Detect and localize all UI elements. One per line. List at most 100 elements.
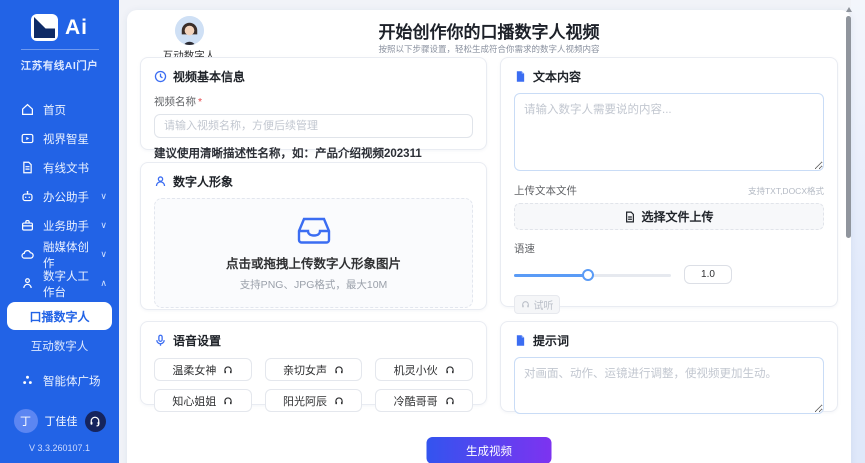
digital-human-icon <box>21 277 34 290</box>
headphone-icon <box>223 365 233 375</box>
support-headset-button[interactable] <box>85 411 106 432</box>
speed-slider[interactable] <box>514 269 671 281</box>
sidebar-item-business-assistant[interactable]: 业务助手 ∨ <box>0 211 119 240</box>
user-row: 丁 丁佳佳 <box>0 409 119 433</box>
logo-ai-text: Ai <box>65 16 88 40</box>
sidebar-item-documents[interactable]: 有线文书 <box>0 153 119 182</box>
sidebar-item-agent-plaza[interactable]: 智能体广场 <box>0 366 119 395</box>
card-title: 提示词 <box>533 332 569 349</box>
video-name-input[interactable] <box>154 114 473 138</box>
slider-handle[interactable] <box>582 269 594 281</box>
voice-settings-card: 语音设置 温柔女神 亲切女声 机灵小伙 知心姐姐 阳光阿辰 冷酷哥哥 <box>140 321 487 405</box>
headphone-icon <box>445 365 455 375</box>
card-title: 数字人形象 <box>173 173 233 190</box>
dropzone-sub-text: 支持PNG、JPG格式，最大10M <box>240 277 388 292</box>
clock-icon <box>154 70 167 83</box>
prompt-card: 提示词 <box>500 321 838 412</box>
logo: Ai <box>0 0 119 41</box>
scroll-up-arrow-icon[interactable] <box>846 7 852 12</box>
voice-settings-header: 语音设置 <box>154 332 473 349</box>
person-icon <box>154 175 167 188</box>
document-icon <box>21 161 34 174</box>
sidebar-item-digital-human-workbench[interactable]: 数字人工作台 ∧ <box>0 269 119 298</box>
file-icon <box>624 211 636 223</box>
sidebar-item-home[interactable]: 首页 <box>0 95 119 124</box>
vertical-scrollbar[interactable] <box>845 0 853 463</box>
sidebar-item-media-creation[interactable]: 融媒体创作 ∨ <box>0 240 119 269</box>
text-content-card: 文本内容 上传文本文件 支持TXT,DOCX格式 选择文件上传 语速 <box>500 57 838 307</box>
sidebar-item-label: 数字人工作台 <box>43 268 91 300</box>
dropzone-main-text: 点击或拖拽上传数字人形象图片 <box>226 253 401 272</box>
preview-audio-button[interactable]: 试听 <box>514 295 560 314</box>
headphone-icon <box>521 300 530 309</box>
sidebar-subitem-interactive-digital-human[interactable]: 互动数字人 <box>0 334 119 358</box>
generate-video-button[interactable]: 生成视频 <box>427 437 552 463</box>
sidebar-item-label: 办公助手 <box>43 189 89 205</box>
voice-option-button[interactable]: 温柔女神 <box>154 358 252 381</box>
briefcase-icon <box>21 219 34 232</box>
voice-option-button[interactable]: 知心姐姐 <box>154 389 252 412</box>
prompt-header: 提示词 <box>514 332 824 349</box>
avatar[interactable]: 丁 <box>14 409 38 433</box>
page-subtitle: 按照以下步骤设置，轻松生成符合你需求的数字人视频内容 <box>127 43 851 55</box>
sidebar-item-office-assistant[interactable]: 办公助手 ∨ <box>0 182 119 211</box>
avatar-upload-card: 数字人形象 点击或拖拽上传数字人形象图片 支持PNG、JPG格式，最大10M <box>140 162 487 310</box>
home-icon <box>21 103 34 116</box>
sidebar-subitem-broadcast-digital-human-active[interactable]: 口播数字人 <box>7 302 112 330</box>
basic-info-header: 视频基本信息 <box>154 68 473 85</box>
voice-option-button[interactable]: 机灵小伙 <box>375 358 473 381</box>
sidebar-item-label: 有线文书 <box>43 160 89 176</box>
sidebar-item-label: 视界智星 <box>43 131 89 147</box>
card-title: 文本内容 <box>533 68 581 85</box>
voice-option-button[interactable]: 阳光阿辰 <box>265 389 363 412</box>
video-name-label: 视频名称* <box>154 94 473 109</box>
headphone-icon <box>223 396 233 406</box>
robot-icon <box>21 190 34 203</box>
headphone-icon <box>445 396 455 406</box>
right-column: 文本内容 上传文本文件 支持TXT,DOCX格式 选择文件上传 语速 <box>500 57 838 412</box>
inbox-upload-icon <box>296 214 332 244</box>
avatar-upload-header: 数字人形象 <box>154 173 473 190</box>
scrollbar-thumb[interactable] <box>846 16 851 238</box>
document-icon <box>514 70 527 83</box>
voice-option-button[interactable]: 亲切女声 <box>265 358 363 381</box>
brand-logo-icon <box>31 14 58 41</box>
text-content-header: 文本内容 <box>514 68 824 85</box>
right-edge-strip <box>851 0 865 463</box>
voice-option-button[interactable]: 冷酷哥哥 <box>375 389 473 412</box>
sidebar-item-vision-star[interactable]: 视界智星 <box>0 124 119 153</box>
slider-fill <box>514 274 588 277</box>
voice-options-grid: 温柔女神 亲切女声 机灵小伙 知心姐姐 阳光阿辰 冷酷哥哥 <box>154 358 473 412</box>
sidebar-menu: 首页 视界智星 有线文书 办公助手 ∨ 业务助手 ∨ 融媒 <box>0 95 119 395</box>
choose-file-button[interactable]: 选择文件上传 <box>514 203 824 230</box>
document-icon <box>514 334 527 347</box>
prompt-input[interactable] <box>514 357 824 414</box>
user-name: 丁佳佳 <box>45 413 78 429</box>
card-title: 语音设置 <box>173 332 221 349</box>
avatar-dropzone[interactable]: 点击或拖拽上传数字人形象图片 支持PNG、JPG格式，最大10M <box>154 198 473 308</box>
sidebar-item-label: 首页 <box>43 102 66 118</box>
headset-icon <box>89 415 101 427</box>
speech-text-input[interactable] <box>514 93 824 171</box>
headphone-icon <box>334 396 344 406</box>
video-icon <box>21 132 34 145</box>
version-label: V 3.3.260107.1 <box>0 443 119 453</box>
main-panel: 互动数字人 开始创作你的口播数字人视频 按照以下步骤设置，轻松生成符合你需求的数… <box>127 10 851 463</box>
agents-cluster-icon <box>21 374 34 387</box>
video-name-hint: 建议使用清晰描述性名称，如：产品介绍视频202311 <box>154 145 473 161</box>
sidebar-subitem-label: 口播数字人 <box>29 308 89 325</box>
chevron-down-icon: ∨ <box>100 191 107 202</box>
sidebar-item-label: 智能体广场 <box>43 373 101 389</box>
logo-divider <box>21 49 99 50</box>
card-title: 视频基本信息 <box>173 68 245 85</box>
upload-file-hint: 支持TXT,DOCX格式 <box>748 185 824 197</box>
microphone-icon <box>154 334 167 347</box>
speed-value-input[interactable] <box>684 265 732 284</box>
sidebar-item-label: 业务助手 <box>43 218 89 234</box>
sidebar-subitem-label: 互动数字人 <box>31 338 89 354</box>
speed-row <box>514 265 824 284</box>
left-column: 视频基本信息 视频名称* 建议使用清晰描述性名称，如：产品介绍视频202311 … <box>140 57 487 405</box>
basic-info-card: 视频基本信息 视频名称* 建议使用清晰描述性名称，如：产品介绍视频202311 <box>140 57 487 150</box>
sidebar-item-label: 融媒体创作 <box>43 239 91 271</box>
headphone-icon <box>334 365 344 375</box>
